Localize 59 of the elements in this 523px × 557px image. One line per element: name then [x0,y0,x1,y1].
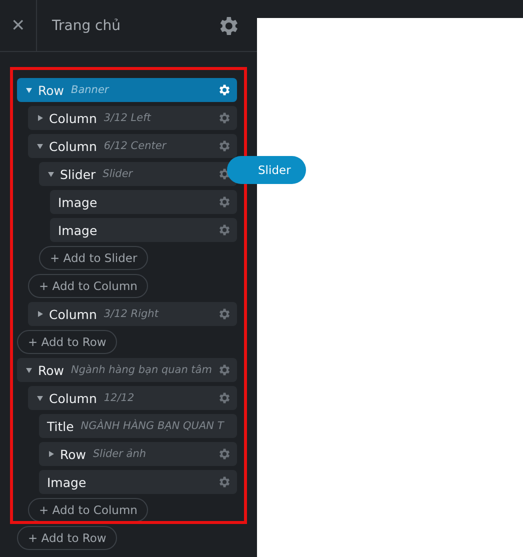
item-label: Column [49,390,97,406]
caret-icon[interactable] [36,114,44,122]
item-description: 6/12 Center [104,140,166,152]
close-button[interactable]: ✕ [0,0,37,52]
caret-icon[interactable] [47,170,55,178]
item-label: Slider [60,166,96,182]
add-button[interactable]: + Add to Slider [39,246,148,270]
tree-item[interactable]: Title NGÀNH HÀNG BẠN QUAN T [39,414,237,438]
item-label: Image [47,474,86,490]
settings-icon[interactable] [217,447,231,461]
settings-icon[interactable] [217,195,231,209]
item-description: Slider [102,168,133,180]
caret-icon[interactable] [25,86,33,94]
item-description: NGÀNH HÀNG BẠN QUAN T [80,420,224,432]
settings-icon[interactable] [217,307,231,321]
item-label: Column [49,306,97,322]
settings-icon[interactable] [217,111,231,125]
item-label: Row [38,82,64,98]
tree-item[interactable]: Image [39,470,237,494]
settings-icon[interactable] [217,475,231,489]
settings-icon[interactable] [217,391,231,405]
tree-item[interactable]: Slider Slider [39,162,237,186]
tree-item[interactable]: Image [50,190,237,214]
panel-title: Trang chủ [52,18,122,34]
add-button[interactable]: + Add to Column [28,498,148,522]
tooltip: Slider [227,156,306,184]
settings-icon[interactable] [217,139,231,153]
item-description: Banner [71,84,109,96]
item-label: Image [58,222,98,238]
caret-icon[interactable] [36,310,44,318]
tree-item[interactable]: Row Slider ảnh [39,442,237,466]
caret-icon[interactable] [36,394,44,402]
settings-icon[interactable] [217,83,231,97]
item-label: Title [47,418,74,434]
item-description: 3/12 Left [104,112,151,124]
add-button[interactable]: + Add to Row [17,330,118,354]
item-label: Column [49,110,97,126]
tree-item[interactable]: Image [50,218,237,242]
item-description: 12/12 [104,392,134,404]
item-description: 3/12 Right [104,308,158,320]
item-label: Column [49,138,97,154]
caret-icon[interactable] [25,366,33,374]
tree-item[interactable]: Row Banner [17,78,237,102]
add-button[interactable]: + Add to Column [28,274,148,298]
tree-item[interactable]: Column 6/12 Center [28,134,237,158]
add-button[interactable]: + Add to Row [17,526,118,550]
tree-item[interactable]: Column 3/12 Right [28,302,237,326]
item-label: Image [58,194,98,210]
tree-item[interactable]: Row Ngành hàng bạn quan tâm [17,358,237,382]
caret-icon[interactable] [47,450,55,458]
settings-icon[interactable] [217,363,231,377]
item-label: Row [38,362,64,378]
item-description: Ngành hàng bạn quan tâm [71,364,212,376]
settings-icon[interactable] [217,223,231,237]
tree-item[interactable]: Column 3/12 Left [28,106,237,130]
tree-item[interactable]: Column 12/12 [28,386,237,410]
item-description: Slider ảnh [93,448,146,460]
caret-icon[interactable] [36,142,44,150]
item-label: Row [60,446,86,462]
